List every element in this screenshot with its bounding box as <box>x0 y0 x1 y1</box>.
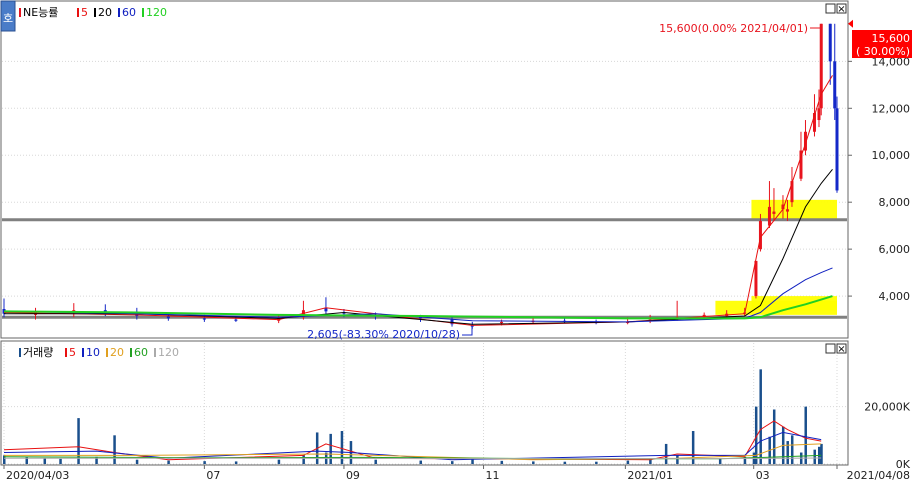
date-tick-label: 09 <box>346 469 360 482</box>
legend-swatch <box>77 8 79 17</box>
volume-panel-frame <box>0 340 849 466</box>
price-tick-label: 8,000 <box>879 196 911 209</box>
candle-body <box>833 61 837 109</box>
legend-swatch <box>19 348 21 357</box>
volume-bar <box>451 461 454 464</box>
legend-label: 60 <box>134 346 148 359</box>
volume-bar <box>532 461 535 464</box>
legend-swatch <box>65 348 67 357</box>
legend-label: 120 <box>146 6 167 19</box>
volume-bar <box>595 461 598 464</box>
candle-body <box>767 206 771 226</box>
volume-close-button[interactable]: × <box>836 343 847 355</box>
candle-body <box>835 108 839 191</box>
candle-body <box>772 211 776 214</box>
legend-label: 10 <box>86 346 100 359</box>
low-price-annotation: 2,605(-83.30% 2020/10/28) <box>307 328 460 341</box>
price-close-button[interactable]: × <box>836 3 847 15</box>
legend-label: NE능률 <box>23 6 58 19</box>
candle-body <box>785 209 789 212</box>
volume-bar <box>664 443 668 464</box>
volume-bar <box>626 460 630 464</box>
legend-swatch <box>82 348 84 357</box>
legend-label: 5 <box>69 346 76 359</box>
legend-label: 120 <box>158 346 179 359</box>
high-price-annotation: 15,600(0.00% 2021/04/01) <box>659 22 808 35</box>
legend-label: 5 <box>81 6 88 19</box>
volume-bar <box>759 369 762 464</box>
corner-toggle-button[interactable]: 호 <box>0 0 16 32</box>
volume-bar <box>820 443 823 464</box>
date-tick-label: 03 <box>756 469 770 482</box>
volume-bar <box>203 461 206 464</box>
date-tick-label: 2021/04/08 <box>847 469 910 482</box>
legend-label: 20 <box>98 6 112 19</box>
volume-bar <box>135 459 139 464</box>
legend-swatch <box>118 8 120 17</box>
legend-swatch <box>106 348 108 357</box>
volume-bar <box>772 409 776 464</box>
volume-bar <box>813 449 816 464</box>
volume-bar <box>277 459 281 464</box>
current-price-box: 15,600 ( 30.00%) <box>852 30 912 58</box>
legend-swatch <box>19 8 21 17</box>
price-close-icon: × <box>837 4 845 15</box>
candle-body <box>202 318 206 320</box>
volume-bar <box>500 460 504 464</box>
volume-bar <box>167 460 170 464</box>
volume-bar <box>419 460 422 464</box>
stock-chart[interactable]: 4,000 6,000 8,000 10,000 12,000 14,000 0K 20,0… <box>0 0 913 482</box>
legend-swatch <box>94 8 96 17</box>
current-price-value: 15,600 <box>872 32 911 45</box>
candle-body <box>758 220 762 250</box>
price-tick-label: 4,000 <box>879 290 911 303</box>
legend-label: 20 <box>110 346 124 359</box>
price-panel-frame <box>0 0 849 339</box>
legend-label: 60 <box>122 6 136 19</box>
date-tick-label: 07 <box>206 469 220 482</box>
highlight-zone <box>751 199 837 219</box>
date-tick-label: 11 <box>486 469 500 482</box>
volume-bar <box>302 455 305 464</box>
legend-swatch <box>142 8 144 17</box>
volume-bar <box>804 406 807 464</box>
volume-bar <box>374 459 377 464</box>
volume-minimize-button[interactable] <box>825 343 836 354</box>
volume-bar <box>676 455 679 464</box>
legend-swatch <box>130 348 132 357</box>
volume-bar <box>786 441 789 464</box>
volume-bar <box>340 431 344 464</box>
price-axis: 4,0006,0008,00010,00012,00014,000 <box>848 19 911 303</box>
candle-body <box>817 108 821 121</box>
date-tick-label: 2021/01 <box>627 469 673 482</box>
price-tick-label: 12,000 <box>872 102 911 115</box>
current-price-change: ( 30.00%) <box>856 45 910 58</box>
candle-body <box>234 319 238 321</box>
candle-body <box>828 23 832 62</box>
corner-toggle-label: 호 <box>3 12 13 25</box>
price-tick-label: 10,000 <box>872 149 911 162</box>
volume-axis: 0K20,000K <box>864 401 910 471</box>
price-tick-label: 6,000 <box>879 243 911 256</box>
volume-bar <box>234 461 238 464</box>
volume-close-icon: × <box>837 344 845 355</box>
candle-body <box>500 321 504 324</box>
volume-bar <box>59 458 62 464</box>
volume-bar <box>43 458 47 464</box>
volume-bar <box>563 461 567 464</box>
volume-tick-label: 20,000K <box>864 401 910 414</box>
volume-bar <box>790 435 794 464</box>
chart-canvas[interactable]: 4,0006,0008,00010,00012,00014,000 0K20,0… <box>0 0 913 482</box>
date-axis: 2020/04/03 07 09 11 2021/01 03 2021/04/08 <box>3 465 910 482</box>
volume-bar <box>329 433 332 464</box>
current-price-marker <box>848 19 853 28</box>
legend-label: 거래량 <box>23 346 53 359</box>
volume-bar <box>113 435 116 464</box>
price-minimize-button[interactable] <box>825 3 836 14</box>
legend-swatch <box>154 348 156 357</box>
date-tick-label: 2020/04/03 <box>6 469 69 482</box>
